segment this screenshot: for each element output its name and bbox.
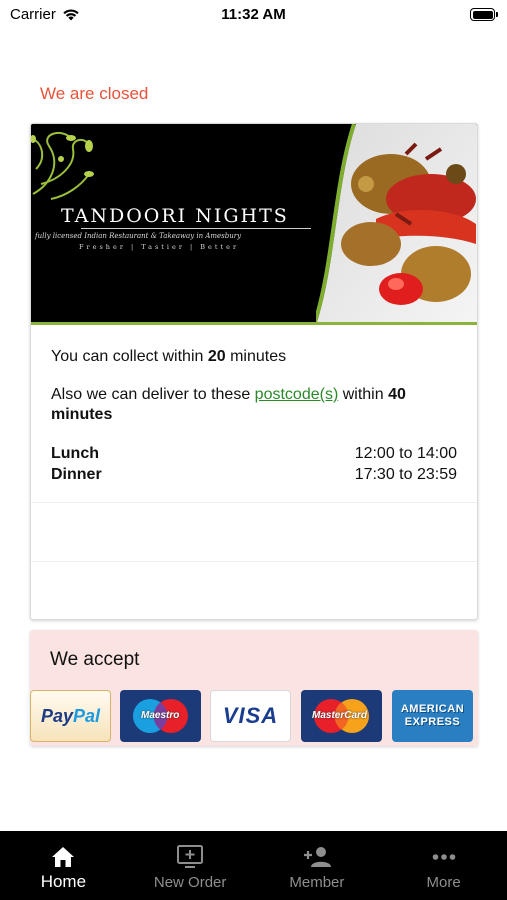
collect-minutes: 20 (207, 348, 226, 365)
tab-home[interactable]: Home (0, 831, 127, 900)
food-photo (316, 124, 477, 322)
deliver-minutes: 40 (388, 386, 406, 403)
add-box-icon (177, 845, 204, 868)
status-time: 11:32 AM (221, 6, 286, 23)
info-body: You can collect within 20 minutes Also w… (31, 325, 477, 485)
payment-methods-card: We accept PayPal Maestro VISA MasterCard (30, 630, 478, 746)
postcodes-link[interactable]: postcode(s) (255, 386, 339, 403)
hours-row-dinner: Dinner 17:30 to 23:59 (51, 466, 457, 483)
payment-heading: We accept (50, 649, 140, 670)
tab-member[interactable]: Member (254, 831, 381, 900)
tab-more[interactable]: More (380, 831, 507, 900)
tab-more-label: More (426, 874, 461, 891)
collect-time-text: You can collect within 20 minutes (51, 348, 287, 365)
paypal-logo: PayPal (30, 690, 111, 742)
mastercard-logo: MasterCard (301, 690, 382, 742)
add-person-icon (303, 847, 331, 867)
status-bar: Carrier 11:32 AM (0, 0, 507, 30)
battery-icon (470, 8, 498, 21)
tab-bar: Home New Order Member More (0, 831, 507, 900)
deliver-time-text: Also we can deliver to these postcode(s)… (51, 386, 406, 423)
home-icon (52, 847, 75, 867)
tab-home-label: Home (40, 872, 87, 891)
opening-hours: Lunch 12:00 to 14:00 Dinner 17:30 to 23:… (51, 443, 457, 485)
tab-new-order-label: New Order (153, 874, 227, 891)
logo-divider (81, 228, 311, 229)
restaurant-banner: TANDOORI NIGHTS fully licensed Indian Re… (31, 124, 477, 325)
closed-notice: We are closed (40, 84, 149, 103)
hours-row-lunch: Lunch 12:00 to 14:00 (51, 445, 457, 462)
restaurant-logo-text: TANDOORI NIGHTS (61, 205, 289, 227)
maestro-logo: Maestro (120, 690, 201, 742)
visa-logo: VISA (210, 690, 291, 742)
restaurant-info-card: TANDOORI NIGHTS fully licensed Indian Re… (30, 123, 478, 620)
restaurant-tagline: Fresher | Tastier | Better (79, 243, 240, 251)
divider (31, 561, 477, 562)
divider (31, 502, 477, 503)
more-dots-icon (432, 854, 455, 860)
amex-logo: AMERICAN EXPRESS (392, 690, 473, 742)
payment-logos: PayPal Maestro VISA MasterCard AMERICAN (30, 690, 478, 742)
restaurant-subtitle: fully licensed Indian Restaurant & Takea… (35, 232, 242, 240)
tab-member-label: Member (289, 874, 345, 891)
tab-new-order[interactable]: New Order (127, 831, 254, 900)
